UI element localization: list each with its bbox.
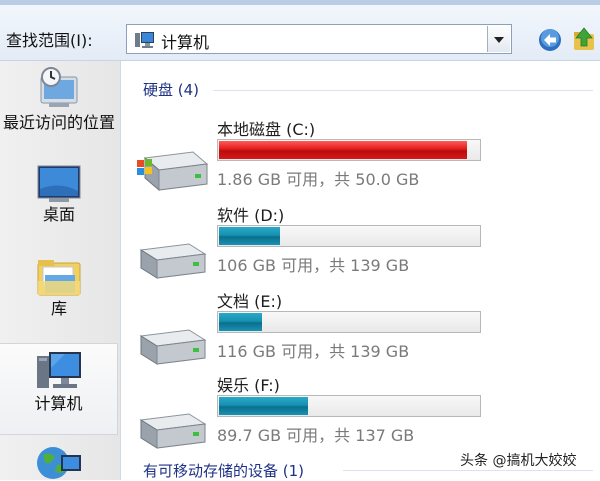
- places-sidebar: 最近访问的位置 桌面 库 计算机: [0, 61, 121, 480]
- drive-item-f[interactable]: 娱乐 (F:) 89.7 GB 可用，共 137 GB: [135, 372, 485, 452]
- capacity-bar: [217, 225, 481, 247]
- sidebar-item-computer[interactable]: 计算机: [0, 343, 118, 435]
- capacity-bar: [217, 395, 481, 417]
- drive-item-c[interactable]: 本地磁盘 (C:) 1.86 GB 可用，共 50.0 GB: [135, 116, 485, 196]
- drive-free-space: 89.7 GB 可用，共 137 GB: [217, 426, 415, 445]
- recent-places-icon: [40, 67, 78, 107]
- group-divider: [213, 90, 593, 91]
- window-border: [0, 0, 600, 5]
- hard-drive-icon: [139, 413, 207, 449]
- capacity-fill: [219, 313, 262, 331]
- location-text: 计算机: [161, 33, 210, 52]
- drive-name: 软件 (D:): [217, 206, 285, 225]
- content-pane: 硬盘 (4) 本地磁盘 (C:) 1.86 GB 可用，共 50.0 GB 软件…: [121, 61, 600, 480]
- sidebar-item-libraries[interactable]: 库: [0, 255, 118, 325]
- toolbar: 查找范围(I): 计算机: [0, 0, 600, 61]
- drive-item-e[interactable]: 文档 (E:) 116 GB 可用，共 139 GB: [135, 288, 485, 368]
- capacity-bar: [217, 311, 481, 333]
- up-folder-icon[interactable]: [572, 26, 596, 52]
- computer-icon: [36, 352, 81, 388]
- libraries-icon: [37, 260, 81, 296]
- sidebar-item-label: 桌面: [42, 205, 75, 224]
- desktop-icon: [37, 165, 81, 202]
- group-divider: [343, 470, 593, 471]
- look-in-label: 查找范围(I):: [6, 31, 93, 50]
- drive-name: 本地磁盘 (C:): [217, 120, 316, 139]
- drive-free-space: 1.86 GB 可用，共 50.0 GB: [217, 170, 420, 189]
- hard-drive-windows-icon: [137, 151, 209, 192]
- sidebar-item-label: 最近访问的位置: [2, 113, 115, 132]
- capacity-fill: [219, 397, 308, 415]
- capacity-fill: [219, 141, 467, 159]
- drive-free-space: 106 GB 可用，共 139 GB: [217, 256, 410, 275]
- drive-name: 娱乐 (F:): [217, 376, 280, 395]
- chevron-down-icon[interactable]: [487, 26, 510, 52]
- computer-icon: [135, 32, 154, 48]
- sidebar-item-desktop[interactable]: 桌面: [0, 163, 118, 233]
- network-icon: [37, 447, 81, 479]
- hard-drive-icon: [139, 243, 207, 279]
- sidebar-item-recent-places[interactable]: 最近访问的位置: [0, 65, 118, 155]
- group-header-hard-disks[interactable]: 硬盘 (4): [143, 79, 199, 100]
- capacity-fill: [219, 227, 280, 245]
- capacity-bar: [217, 139, 481, 161]
- sidebar-item-label: 计算机: [34, 394, 83, 413]
- watermark: 头条 @搞机大姣姣: [460, 453, 577, 469]
- hard-drive-icon: [139, 329, 207, 365]
- back-arrow-icon[interactable]: [538, 28, 562, 52]
- sidebar-item-network[interactable]: [0, 441, 118, 481]
- sidebar-item-label: 库: [50, 299, 67, 318]
- location-combobox[interactable]: 计算机: [126, 24, 512, 54]
- drive-item-d[interactable]: 软件 (D:) 106 GB 可用，共 139 GB: [135, 202, 485, 282]
- drive-name: 文档 (E:): [217, 292, 283, 311]
- group-header-removable[interactable]: 有可移动存储的设备 (1): [143, 460, 304, 481]
- drive-free-space: 116 GB 可用，共 139 GB: [217, 342, 410, 361]
